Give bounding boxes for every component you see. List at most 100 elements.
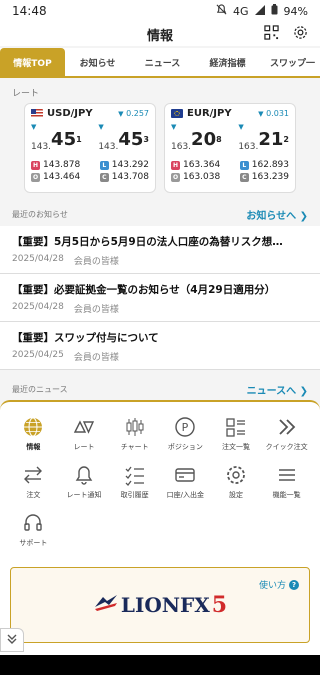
menu-label: サポート xyxy=(19,539,48,547)
order-list-icon xyxy=(225,416,247,438)
menu-item-position[interactable]: P ポジション xyxy=(160,416,211,452)
close-value: 143.708 xyxy=(111,172,149,182)
high-value: 163.364 xyxy=(183,160,221,170)
notice-audience: 会員の皆様 xyxy=(73,305,119,315)
bell-icon xyxy=(73,464,95,486)
notice-title: 【重要】5月5日から5月9日の法人口座の為替リスク想… xyxy=(12,236,283,248)
signal-icon xyxy=(254,4,265,18)
logo-text: LIONFX xyxy=(120,593,210,617)
logo-number: 5 xyxy=(211,592,228,618)
function-menu-sheet: 情報 レート チャート P ポジション 注文一覧 クイック注文 注文 レート通知 xyxy=(0,400,320,655)
menu-item-rate-alert[interactable]: レート通知 xyxy=(59,464,110,500)
settings-gear-icon[interactable] xyxy=(293,25,308,44)
double-chevron-icon xyxy=(276,416,298,438)
menu-item-order-list[interactable]: 注文一覧 xyxy=(211,416,262,452)
system-nav-bar xyxy=(0,655,320,675)
rate-change: 0.257 xyxy=(126,109,149,118)
open-badge-icon: O xyxy=(31,172,40,182)
menu-label: 注文一覧 xyxy=(221,443,250,451)
ask-price-prefix: 163. xyxy=(238,142,259,152)
position-p-icon: P xyxy=(174,416,196,438)
tab-news[interactable]: ニュース xyxy=(130,48,195,76)
page-title: 情報 xyxy=(146,28,173,44)
close-badge-icon: C xyxy=(239,172,249,182)
notices-list: 【重要】5月5日から5月9日の法人口座の為替リスク想… 2025/04/28 会員… xyxy=(0,226,320,370)
tab-swap[interactable]: スワップ一 xyxy=(260,48,320,76)
menu-item-all-functions[interactable]: 機能一覧 xyxy=(261,464,312,500)
lion-emblem-icon xyxy=(93,593,119,618)
rate-triangles-icon xyxy=(73,416,95,438)
ask-price-main: 21 xyxy=(258,129,284,150)
open-value: 163.038 xyxy=(183,172,221,182)
news-link[interactable]: ニュースへ ❯ xyxy=(247,382,308,397)
ask-price[interactable]: ▼ 143. 45 3 xyxy=(98,123,149,156)
notice-date: 2025/04/28 xyxy=(12,302,64,312)
mute-icon xyxy=(216,4,227,18)
tab-notices[interactable]: お知らせ xyxy=(65,48,130,76)
menu-label: 取引履歴 xyxy=(120,491,149,499)
gear-icon xyxy=(225,464,247,486)
low-value: 162.893 xyxy=(251,160,289,170)
menu-item-quick-order[interactable]: クイック注文 xyxy=(261,416,312,452)
lionfx-banner[interactable]: LIONFX 5 使い方 ? xyxy=(10,567,310,643)
ask-price-prefix: 143. xyxy=(98,142,119,152)
ask-price-pip: 3 xyxy=(143,135,149,144)
bid-price[interactable]: ▼ 143. 45 1 xyxy=(31,123,82,156)
tab-info-top[interactable]: 情報TOP xyxy=(0,48,65,76)
notice-item[interactable]: 【重要】5月5日から5月9日の法人口座の為替リスク想… 2025/04/28 会員… xyxy=(0,226,320,274)
help-icon: ? xyxy=(289,579,299,590)
menu-item-info[interactable]: 情報 xyxy=(8,416,59,452)
menu-item-trade-history[interactable]: 取引履歴 xyxy=(109,464,160,500)
menu-item-settings[interactable]: 設定 xyxy=(211,464,262,500)
notice-item[interactable]: 【重要】必要証拠金一覧のお知らせ（4月29日適用分） 2025/04/28 会員の… xyxy=(0,274,320,322)
notice-audience: 会員の皆様 xyxy=(73,353,119,363)
headset-icon xyxy=(22,512,44,534)
ask-price-pip: 2 xyxy=(283,135,289,144)
svg-text:P: P xyxy=(182,421,189,434)
menu-item-support[interactable]: サポート xyxy=(8,512,59,548)
app-bar: 情報 xyxy=(0,22,320,46)
ask-price[interactable]: ▼ 163. 21 2 xyxy=(238,123,289,156)
bid-price[interactable]: ▼ 163. 20 8 xyxy=(171,123,222,156)
menu-label: 設定 xyxy=(228,491,243,499)
menu-label: クイック注文 xyxy=(265,443,308,451)
menu-label: 機能一覧 xyxy=(272,491,301,499)
menu-item-rate[interactable]: レート xyxy=(59,416,110,452)
rate-change: 0.031 xyxy=(266,109,289,118)
menu-item-account[interactable]: 口座/入出金 xyxy=(160,464,211,500)
notice-title: 【重要】必要証拠金一覧のお知らせ（4月29日適用分） xyxy=(12,284,276,296)
rate-card-eurjpy[interactable]: EUR/JPY ▼ 0.031 ▼ 163. 20 8 ▼ 163. 21 2 H 163… xyxy=(164,103,296,193)
pair-name: USD/JPY xyxy=(47,108,93,119)
howto-link[interactable]: 使い方 ? xyxy=(259,578,299,591)
bid-price-pip: 8 xyxy=(216,135,222,144)
qr-code-icon[interactable] xyxy=(264,25,279,44)
rate-card-usdjpy[interactable]: USD/JPY ▼ 0.257 ▼ 143. 45 1 ▼ 143. 45 3 H 143… xyxy=(24,103,156,193)
globe-icon xyxy=(22,416,44,438)
menu-item-chart[interactable]: チャート xyxy=(109,416,160,452)
notices-section-label: 最近のお知らせ xyxy=(12,210,68,219)
menu-icon xyxy=(276,464,298,486)
checklist-icon xyxy=(124,464,146,486)
menu-label: レート xyxy=(73,443,95,451)
news-section-label: 最近のニュース xyxy=(12,385,68,394)
notices-link[interactable]: お知らせへ ❯ xyxy=(246,207,308,222)
menu-label: 口座/入出金 xyxy=(166,491,204,499)
card-icon xyxy=(174,464,196,486)
menu-item-order[interactable]: 注文 xyxy=(8,464,59,500)
menu-label: チャート xyxy=(120,443,149,451)
menu-label: ポジション xyxy=(167,443,203,451)
pair-name: EUR/JPY xyxy=(187,108,232,119)
chevron-double-down-icon xyxy=(6,633,18,648)
bid-price-prefix: 143. xyxy=(31,142,52,152)
menu-label: 情報 xyxy=(26,443,41,451)
open-value: 143.464 xyxy=(43,172,81,182)
bid-price-main: 20 xyxy=(191,129,217,150)
menu-label: 注文 xyxy=(26,491,41,499)
collapse-menu-button[interactable] xyxy=(0,628,24,652)
notice-item[interactable]: 【重要】スワップ付与について 2025/04/25 会員の皆様 xyxy=(0,322,320,370)
tab-economic-indicators[interactable]: 経済指標 xyxy=(195,48,260,76)
ask-price-main: 45 xyxy=(118,129,144,150)
down-arrow-icon: ▼ xyxy=(118,110,124,118)
rates-row: USD/JPY ▼ 0.257 ▼ 143. 45 1 ▼ 143. 45 3 H 143… xyxy=(0,103,320,193)
high-value: 143.878 xyxy=(43,160,81,170)
